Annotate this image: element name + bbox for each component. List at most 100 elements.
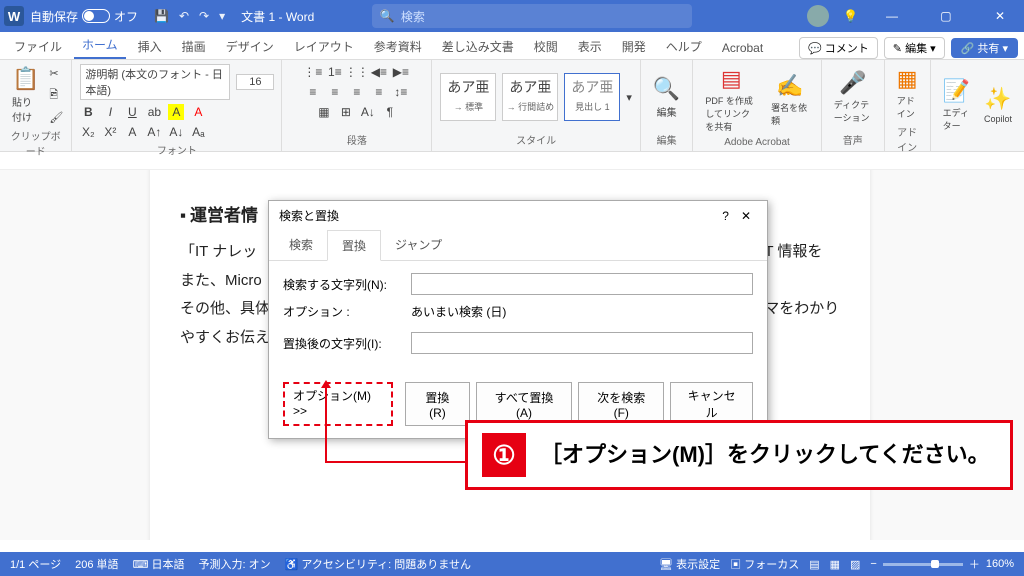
view-web-icon[interactable]: ▨: [850, 558, 860, 571]
tab-insert[interactable]: 挿入: [130, 34, 170, 59]
tab-draw[interactable]: 描画: [174, 34, 214, 59]
tab-acrobat[interactable]: Acrobat: [714, 37, 771, 59]
clear-format-button[interactable]: Aₐ: [190, 124, 206, 140]
status-display[interactable]: 🖥 表示設定: [659, 556, 720, 572]
save-icon[interactable]: 💾: [154, 9, 169, 23]
style-normal[interactable]: あア亜→ 標準: [440, 73, 496, 121]
show-marks-button[interactable]: ¶: [382, 104, 398, 120]
font-size-select[interactable]: 16: [236, 74, 274, 90]
text-effects-button[interactable]: A: [124, 124, 140, 140]
status-predict[interactable]: 予測入力: オン: [199, 556, 271, 572]
status-focus[interactable]: ▣ フォーカス: [730, 556, 799, 572]
strike-button[interactable]: ab: [146, 104, 162, 120]
superscript-button[interactable]: X²: [102, 124, 118, 140]
dialog-help-button[interactable]: ?: [716, 209, 735, 223]
replace-input[interactable]: [411, 332, 753, 354]
format-painter-icon[interactable]: 🖌: [49, 111, 63, 124]
zoom-slider[interactable]: [883, 563, 963, 566]
increase-indent-button[interactable]: ▶≡: [393, 64, 409, 80]
view-print-icon[interactable]: ▦: [830, 558, 840, 571]
tab-mailings[interactable]: 差し込み文書: [434, 34, 522, 59]
group-voice: 🎤ディクテーション 音声: [822, 60, 885, 151]
align-left-button[interactable]: ≡: [305, 84, 321, 100]
status-a11y[interactable]: ♿ アクセシビリティ: 問題ありません: [285, 556, 471, 572]
underline-button[interactable]: U: [124, 104, 140, 120]
tab-layout[interactable]: レイアウト: [286, 34, 362, 59]
bold-button[interactable]: B: [80, 104, 96, 120]
bullets-button[interactable]: ⋮≡: [305, 64, 321, 80]
close-button[interactable]: ✕: [980, 9, 1020, 23]
qat-dropdown-icon[interactable]: ▾: [219, 9, 225, 23]
redo-icon[interactable]: ↷: [199, 9, 209, 23]
dialog-tab-replace[interactable]: 置換: [327, 230, 381, 261]
font-color-button[interactable]: A: [190, 104, 206, 120]
zoom-value[interactable]: 160%: [986, 558, 1014, 570]
numbering-button[interactable]: 1≡: [327, 64, 343, 80]
document-area: 運営者情 「IT ナレッ____________________________…: [0, 170, 1024, 540]
zoom-in-icon[interactable]: ＋: [969, 556, 980, 572]
copilot-button[interactable]: ✨Copilot: [980, 84, 1016, 126]
dialog-tab-find[interactable]: 検索: [275, 230, 327, 260]
status-page[interactable]: 1/1 ページ: [10, 556, 61, 572]
dictate-button[interactable]: 🎤ディクテーション: [830, 68, 876, 126]
edit-mode-button[interactable]: ✎ 編集 ▾: [884, 37, 945, 59]
ribbon-tabs: ファイル ホーム 挿入 描画 デザイン レイアウト 参考資料 差し込み文書 校閲…: [0, 32, 1024, 60]
align-center-button[interactable]: ≡: [327, 84, 343, 100]
maximize-button[interactable]: ▢: [926, 9, 966, 23]
tab-references[interactable]: 参考資料: [366, 34, 430, 59]
tab-file[interactable]: ファイル: [6, 34, 70, 59]
undo-icon[interactable]: ↶: [179, 9, 189, 23]
grow-font-button[interactable]: A↑: [146, 124, 162, 140]
multilevel-button[interactable]: ⋮⋮: [349, 64, 365, 80]
find-input[interactable]: [411, 273, 753, 295]
pdf-share-button[interactable]: ▤PDF を作成してリンクを共有: [701, 64, 761, 135]
replace-button[interactable]: 置換(R): [405, 382, 469, 426]
subscript-button[interactable]: X₂: [80, 124, 96, 140]
share-button[interactable]: 🔗 共有 ▾: [951, 38, 1018, 58]
autosave-toggle[interactable]: 自動保存 オフ: [30, 8, 138, 25]
styles-more-icon[interactable]: ▾: [626, 91, 632, 104]
italic-button[interactable]: I: [102, 104, 118, 120]
tab-view[interactable]: 表示: [570, 34, 610, 59]
comments-button[interactable]: 💬 コメント: [799, 37, 878, 59]
status-lang[interactable]: ⌨ 日本語: [133, 556, 185, 572]
user-avatar[interactable]: [807, 5, 829, 27]
view-read-icon[interactable]: ▤: [809, 558, 819, 571]
replace-label: 置換後の文字列(I):: [283, 335, 403, 352]
status-words[interactable]: 206 単語: [75, 556, 118, 572]
more-options-button[interactable]: オプション(M) >>: [283, 382, 393, 426]
paste-button[interactable]: 📋貼り付け: [8, 64, 43, 126]
group-acrobat: ▤PDF を作成してリンクを共有 ✍署名を依頼 Adobe Acrobat: [693, 60, 821, 151]
highlight-button[interactable]: A: [168, 104, 184, 120]
editor-button[interactable]: 📝エディター: [939, 76, 974, 134]
borders-button[interactable]: ⊞: [338, 104, 354, 120]
tab-review[interactable]: 校閲: [526, 34, 566, 59]
signature-button[interactable]: ✍署名を依頼: [767, 71, 813, 129]
tab-help[interactable]: ヘルプ: [658, 34, 710, 59]
addin-button[interactable]: ▦アドイン: [893, 64, 922, 122]
group-paragraph: ⋮≡ 1≡ ⋮⋮ ◀≡ ▶≡ ≡ ≡ ≡ ≡ ↕≡ ▦ ⊞ A↓ ¶ 段落: [282, 60, 432, 151]
dialog-close-button[interactable]: ✕: [735, 209, 757, 223]
sort-button[interactable]: A↓: [360, 104, 376, 120]
tab-home[interactable]: ホーム: [74, 32, 126, 59]
copy-icon[interactable]: 🖻: [49, 86, 63, 105]
justify-button[interactable]: ≡: [371, 84, 387, 100]
minimize-button[interactable]: ―: [872, 9, 912, 23]
shrink-font-button[interactable]: A↓: [168, 124, 184, 140]
shading-button[interactable]: ▦: [316, 104, 332, 120]
decrease-indent-button[interactable]: ◀≡: [371, 64, 387, 80]
zoom-out-icon[interactable]: −: [870, 558, 876, 570]
search-box[interactable]: 🔍 検索: [372, 4, 692, 28]
font-name-select[interactable]: 游明朝 (本文のフォント - 日本語): [80, 64, 230, 100]
cut-icon[interactable]: ✂: [49, 67, 63, 80]
tab-design[interactable]: デザイン: [218, 34, 282, 59]
style-no-spacing[interactable]: あア亜→ 行間詰め: [502, 73, 558, 121]
align-right-button[interactable]: ≡: [349, 84, 365, 100]
dialog-tab-goto[interactable]: ジャンプ: [381, 230, 456, 260]
tab-developer[interactable]: 開発: [614, 34, 654, 59]
lightbulb-icon[interactable]: 💡: [843, 9, 858, 23]
style-heading1[interactable]: あア亜見出し 1: [564, 73, 620, 121]
line-spacing-button[interactable]: ↕≡: [393, 84, 409, 100]
editing-button[interactable]: 🔍編集: [649, 74, 684, 121]
zoom-control[interactable]: − ＋ 160%: [870, 556, 1014, 572]
